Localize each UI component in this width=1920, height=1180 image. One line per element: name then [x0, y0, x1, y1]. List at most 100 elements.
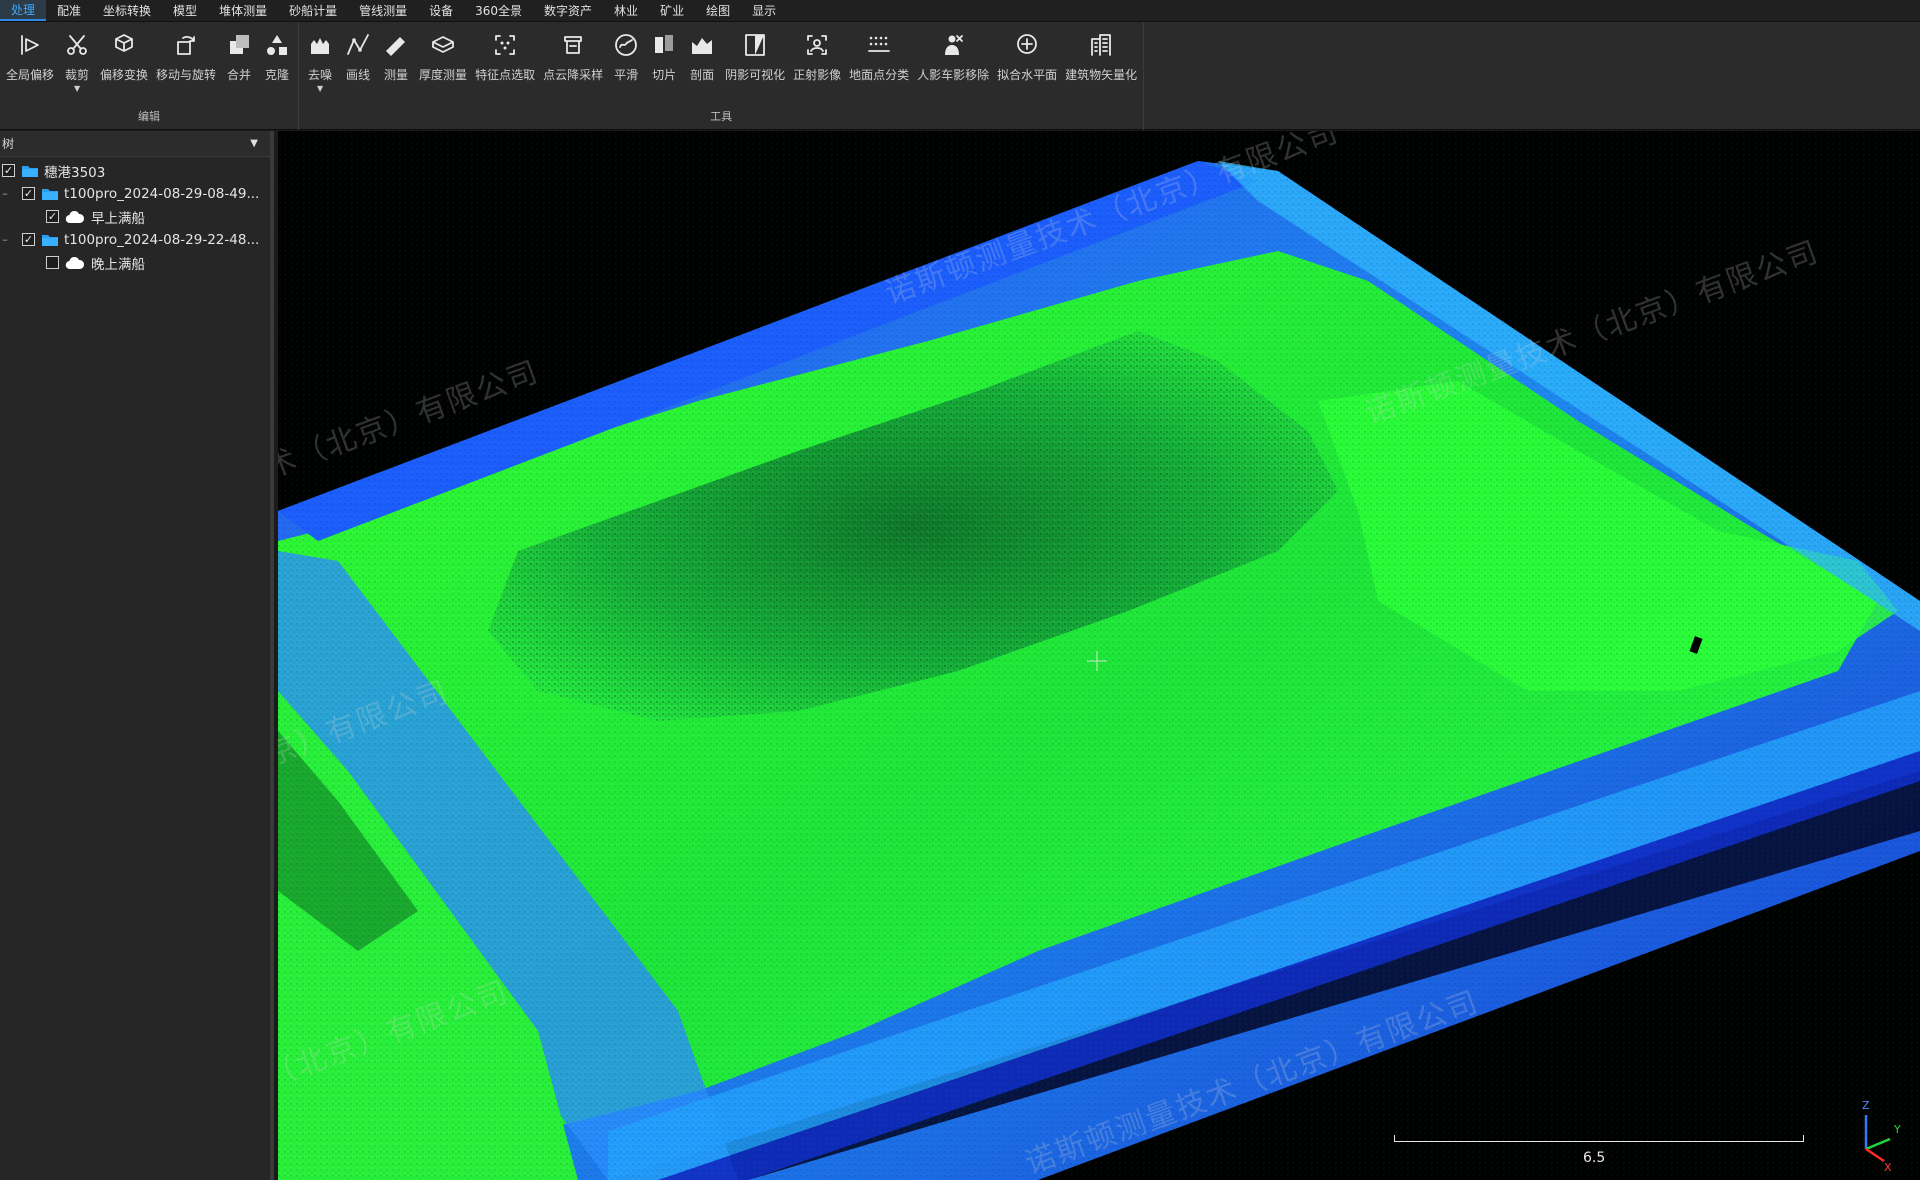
axis-gizmo-icon[interactable]: Z Y X	[1838, 1091, 1908, 1171]
cloud-icon	[65, 256, 85, 269]
folder-icon	[22, 165, 38, 177]
tool-button-ruler[interactable]: 测量	[377, 28, 415, 83]
visibility-checkbox[interactable]	[46, 256, 59, 269]
axis-label-x: X	[1884, 1161, 1892, 1171]
axis-label-z: Z	[1862, 1099, 1870, 1112]
ribbon-group-edit: 全局偏移 裁剪 ▼ 偏移变换 移动与旋转 合并 克隆编辑	[0, 22, 300, 130]
tool-label: 正射影像	[793, 68, 842, 82]
tool-button-thickness[interactable]: 厚度测量	[415, 28, 471, 83]
tree-item-label: 穗港3503	[44, 164, 106, 181]
menu-item-3[interactable]: 模型	[162, 0, 208, 21]
tool-label: 平滑	[614, 68, 639, 82]
tree-item[interactable]: – ✓ t100pro_2024-08-29-22-48...	[0, 228, 270, 251]
folder-icon	[42, 234, 58, 246]
collapse-icon[interactable]: –	[0, 187, 10, 200]
menu-item-4[interactable]: 堆体测量	[208, 0, 278, 21]
tool-label: 厚度测量	[419, 68, 468, 82]
person-remove-icon	[939, 30, 967, 60]
tool-button-person-remove[interactable]: 人影车影移除	[913, 28, 993, 83]
ground-classify-icon	[865, 30, 893, 60]
tool-button-building[interactable]: 建筑物矢量化	[1061, 28, 1141, 83]
menu-item-2[interactable]: 坐标转换	[92, 0, 162, 21]
visibility-checkbox[interactable]: ✓	[46, 210, 59, 223]
ruler-icon	[382, 30, 410, 60]
slice-icon	[650, 30, 678, 60]
tree-item-label: t100pro_2024-08-29-08-49...	[64, 185, 260, 202]
visibility-checkbox[interactable]: ✓	[22, 233, 35, 246]
tool-button-move-rotate[interactable]: 移动与旋转	[152, 28, 220, 83]
visibility-checkbox[interactable]: ✓	[22, 187, 35, 200]
chevron-down-icon[interactable]: ▼	[74, 85, 80, 93]
global-offset-icon	[16, 30, 44, 60]
menu-item-10[interactable]: 林业	[603, 0, 649, 21]
smooth-icon	[612, 30, 640, 60]
visibility-checkbox[interactable]: ✓	[2, 164, 15, 177]
tool-button-fit-plane[interactable]: 拟合水平面	[993, 28, 1061, 83]
menu-item-0[interactable]: 处理	[0, 0, 47, 21]
tool-button-polyline[interactable]: 画线	[339, 28, 377, 83]
tree-item[interactable]: 晚上满船	[0, 251, 270, 274]
tool-label: 建筑物矢量化	[1065, 68, 1138, 82]
scale-bar-label: 6.5	[1583, 1150, 1606, 1166]
scale-bar	[1394, 1134, 1804, 1142]
menu-item-1[interactable]: 配准	[46, 0, 92, 21]
menu-item-5[interactable]: 砂船计量	[278, 0, 348, 21]
feature-point-icon	[491, 30, 519, 60]
panel-dropdown-icon[interactable]: ▼	[250, 138, 258, 149]
tool-button-ground-classify[interactable]: 地面点分类	[845, 28, 913, 83]
tree-item[interactable]: ✓ 穗港3503	[0, 159, 270, 182]
menu-item-12[interactable]: 绘图	[695, 0, 741, 21]
ribbon-group-label-edit: 编辑	[138, 110, 161, 123]
tree-item[interactable]: – ✓ t100pro_2024-08-29-08-49...	[0, 182, 270, 205]
merge-icon	[225, 30, 253, 60]
menu-item-8[interactable]: 360全景	[464, 0, 533, 21]
tool-label: 全局偏移	[6, 68, 55, 82]
fit-plane-icon	[1013, 30, 1041, 60]
tree-item[interactable]: ✓ 早上满船	[0, 205, 270, 228]
menu-item-9[interactable]: 数字资产	[533, 0, 603, 21]
transform-icon	[110, 30, 138, 60]
menu-item-7[interactable]: 设备	[418, 0, 464, 21]
ribbon-toolbar: 全局偏移 裁剪 ▼ 偏移变换 移动与旋转 合并 克隆编辑 去噪 ▼ 画线 测量 厚度测量 特征点选取点…	[0, 22, 1920, 130]
tool-label: 克隆	[265, 68, 290, 82]
tool-label: 移动与旋转	[156, 68, 217, 82]
tool-label: 裁剪	[65, 68, 90, 82]
collapse-icon[interactable]: –	[0, 233, 10, 246]
scissors-icon	[63, 30, 91, 60]
menu-item-11[interactable]: 矿业	[649, 0, 695, 21]
point-cloud-viewport[interactable]: 诺斯顿测量技术（北京）有限公司 诺斯顿测量技术（北京）有限公司 诺斯顿测量技术（北京…	[278, 131, 1920, 1180]
tool-button-ortho[interactable]: 正射影像	[789, 28, 845, 83]
tool-button-downsample[interactable]: 点云降采样	[539, 28, 607, 83]
tree-panel-header: 树 ▼	[0, 131, 270, 157]
chevron-down-icon[interactable]: ▼	[317, 85, 323, 93]
tool-label: 人影车影移除	[917, 68, 990, 82]
tool-button-denoise[interactable]: 去噪 ▼	[301, 28, 339, 93]
tool-label: 地面点分类	[849, 68, 910, 82]
tree-item-label: 早上满船	[91, 210, 145, 227]
crosshair-icon	[1087, 651, 1107, 671]
tool-button-merge[interactable]: 合并	[220, 28, 258, 83]
tool-button-transform[interactable]: 偏移变换	[96, 28, 152, 83]
tool-label: 画线	[346, 68, 371, 82]
tool-label: 偏移变换	[100, 68, 149, 82]
tree-item-label: t100pro_2024-08-29-22-48...	[64, 231, 260, 248]
menu-item-13[interactable]: 显示	[741, 0, 787, 21]
tool-label: 阴影可视化	[725, 68, 786, 82]
tool-label: 拟合水平面	[997, 68, 1058, 82]
tool-button-slice[interactable]: 切片	[645, 28, 683, 83]
menu-bar: 处理 配准 坐标转换 模型 堆体测量 砂船计量 管线测量 设备 360全景 数字资产 林业 矿业 绘图显…	[0, 0, 1920, 22]
tool-button-global-offset[interactable]: 全局偏移	[2, 28, 58, 83]
clone-icon	[263, 30, 291, 60]
tool-button-profile[interactable]: 剖面	[683, 28, 721, 83]
tool-label: 点云降采样	[543, 68, 604, 82]
tool-button-smooth[interactable]: 平滑	[607, 28, 645, 83]
tool-label: 去噪	[308, 68, 333, 82]
menu-item-6[interactable]: 管线测量	[348, 0, 418, 21]
tool-button-scissors[interactable]: 裁剪 ▼	[58, 28, 96, 93]
tool-button-clone[interactable]: 克隆	[258, 28, 296, 83]
tool-button-shadow[interactable]: 阴影可视化	[721, 28, 789, 83]
ortho-icon	[803, 30, 831, 60]
tool-button-feature-point[interactable]: 特征点选取	[471, 28, 539, 83]
tool-label: 测量	[384, 68, 409, 82]
ribbon-group-tools: 去噪 ▼ 画线 测量 厚度测量 特征点选取 点云降采样 平滑 切片 剖面 阴影可视化 正射影像 地面点分…	[299, 22, 1145, 130]
